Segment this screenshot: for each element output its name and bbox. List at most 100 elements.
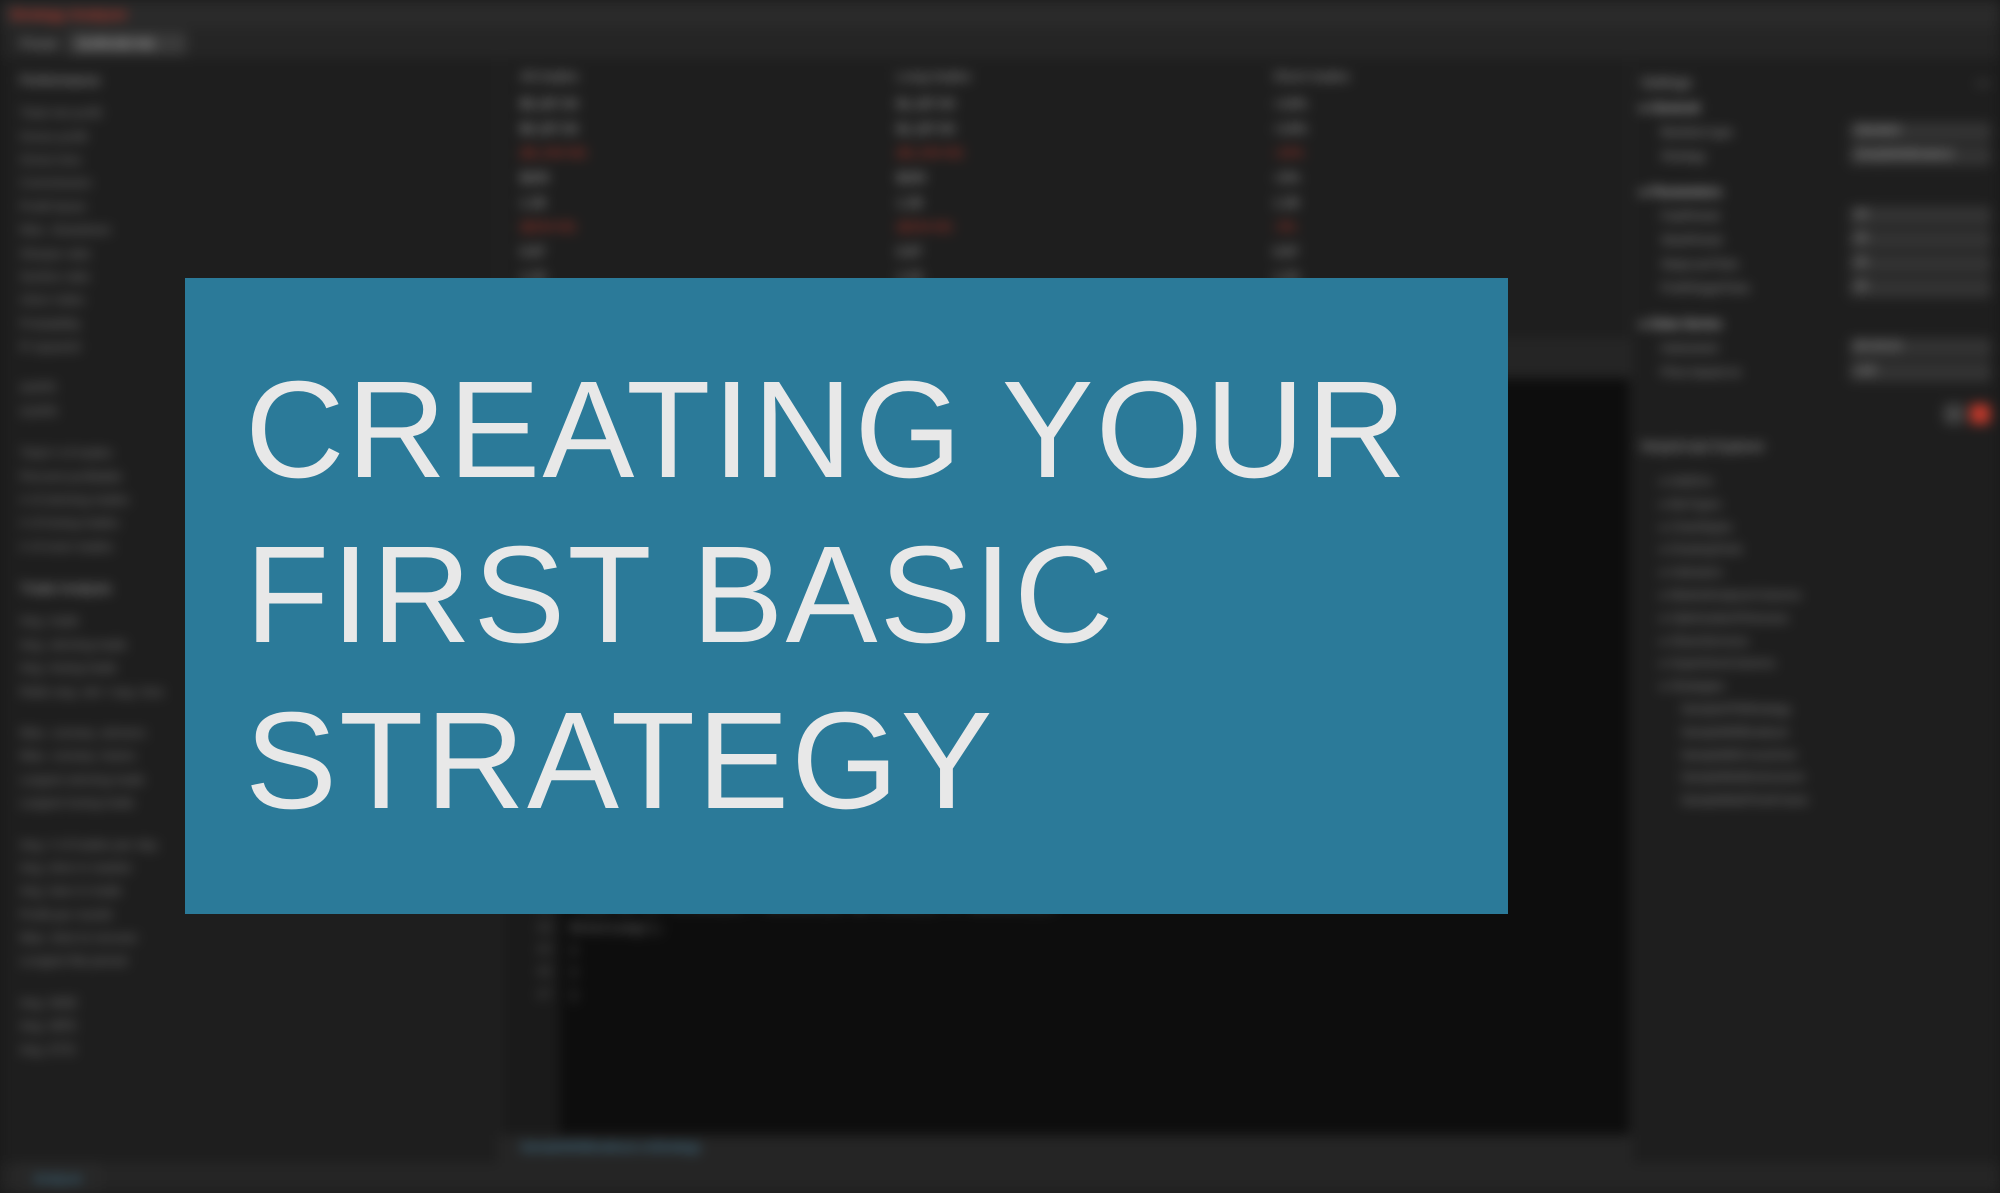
stats-value: ($234.00) — [897, 215, 1234, 240]
performance-row: Total net profit — [20, 101, 479, 124]
code-line: } — [570, 985, 1620, 1007]
settings-key: FastPeriod — [1661, 209, 1719, 223]
settings-key: SlowPeriod — [1661, 233, 1722, 247]
explorer-header: NinjaScript Explorer — [1641, 432, 1990, 460]
settings-row: Strategy SampleMABreakout — [1641, 144, 1990, 168]
stats-value: $5,187.00 — [520, 92, 857, 117]
settings-input[interactable]: Standard — [1850, 123, 1990, 141]
performance-row: Max. drawdown — [20, 218, 479, 241]
performance-row: Gross loss — [20, 148, 479, 171]
explorer-folder[interactable]: ▸ MarketAnalyzerColumns — [1641, 584, 1990, 607]
overlay-line-2: FIRST BASIC — [245, 513, 1408, 679]
explorer-file[interactable]: SampleMABreakout — [1641, 721, 1990, 744]
performance-row: Commission — [20, 171, 479, 194]
settings-input[interactable]: 25 — [1850, 231, 1990, 249]
stats-value: -10% — [1273, 141, 1610, 166]
explorer-folder[interactable]: ▸ SuperDomColumns — [1641, 652, 1990, 675]
explorer-file[interactable]: SampleMACrossOver — [1641, 744, 1990, 767]
settings-title: Settings — [1641, 74, 1692, 90]
title-overlay-banner: CREATING YOUR FIRST BASIC STRATEGY — [185, 278, 1508, 914]
analyzer-tab[interactable]: Analyzer — [20, 1166, 97, 1191]
settings-group: ▸ Data Series Instrument ES 09-23 Price bas… — [1641, 312, 1990, 384]
settings-header: Settings — — [1641, 68, 1990, 96]
explorer-folder[interactable]: ▸ ChartStyles — [1641, 516, 1990, 539]
stats-col1-header: All trades — [520, 68, 857, 84]
titlebar: Strategy Analyzer — [0, 0, 2000, 28]
performance-row: Avg. MAE — [20, 991, 479, 1014]
stats-value: -3% — [1273, 215, 1610, 240]
explorer-folder[interactable]: ▸ BarTypes — [1641, 493, 1990, 516]
explorer-folder[interactable]: ▸ OptimizationFitnesses — [1641, 607, 1990, 630]
preset-dropdown[interactable]: EURUSD M1 — [68, 33, 187, 54]
settings-key: ProfitTargetTicks — [1661, 281, 1750, 295]
stats-value: $1,187.00 — [897, 117, 1234, 142]
stats-col3-header: Short trades — [1273, 68, 1610, 84]
performance-row: Gross profit — [20, 125, 479, 148]
explorer-folder[interactable]: ▸ DrawingTools — [1641, 538, 1990, 561]
settings-row: Instrument ES 09-23 — [1641, 336, 1990, 360]
overlay-line-3: STRATEGY — [245, 679, 1408, 845]
settings-row: FastPeriod 10 — [1641, 204, 1990, 228]
stats-value: +2% — [1273, 166, 1610, 191]
settings-group: ▸ General Backtest type Standard Strategy Sa… — [1641, 96, 1990, 168]
settings-input[interactable]: 20 — [1850, 255, 1990, 273]
performance-row: Max. time to recover — [20, 926, 479, 949]
settings-input[interactable]: Last — [1850, 363, 1990, 381]
stats-value: 1.28 — [1273, 191, 1610, 216]
stats-value: ($234.00) — [520, 215, 857, 240]
settings-input[interactable]: SampleMABreakout — [1850, 147, 1990, 165]
performance-row: Longest flat period — [20, 949, 479, 972]
window-title: Strategy Analyzer — [10, 6, 128, 22]
stats-value: $200 — [897, 166, 1234, 191]
collapse-icon[interactable]: — — [1976, 74, 1990, 90]
settings-input[interactable]: 10 — [1850, 207, 1990, 225]
settings-group-title: ▸ Parameters — [1641, 180, 1990, 204]
settings-input[interactable]: 40 — [1850, 279, 1990, 297]
bottom-bar: Analyzer — [0, 1163, 2000, 1193]
editor-tab[interactable]: SampleMABreakout.csStrategy — [500, 1135, 1630, 1163]
code-line: } — [570, 940, 1620, 962]
run-controls — [1641, 396, 1990, 432]
performance-header: Performance — [20, 68, 479, 93]
explorer-folder[interactable]: ▸ Strategies — [1641, 675, 1990, 698]
explorer-title: NinjaScript Explorer — [1641, 438, 1765, 454]
stats-value: +14% — [1273, 117, 1610, 142]
code-line: EnterLong(); — [570, 918, 1620, 940]
stats-value: $200 — [520, 166, 857, 191]
overlay-line-1: CREATING YOUR — [245, 348, 1408, 514]
settings-key: Strategy — [1661, 149, 1706, 163]
performance-row: Sharpe ratio — [20, 242, 479, 265]
settings-key: Instrument — [1661, 341, 1718, 355]
settings-input[interactable]: ES 09-23 — [1850, 339, 1990, 357]
settings-key: Backtest type — [1661, 125, 1733, 139]
code-line: } — [570, 962, 1620, 984]
run-button[interactable] — [1944, 404, 1964, 424]
stats-value: 0.87 — [520, 240, 857, 265]
stop-button[interactable] — [1970, 404, 1990, 424]
explorer-folder[interactable]: ▸ AddOns — [1641, 470, 1990, 493]
right-panel: Settings — ▸ General Backtest type Standar… — [1630, 58, 2000, 1163]
stats-value: $1,187.00 — [897, 92, 1234, 117]
settings-key: StopLossTicks — [1661, 257, 1739, 271]
stats-value: 0.87 — [1273, 240, 1610, 265]
preset-label: Preset — [20, 36, 58, 51]
settings-group: ▸ Parameters FastPeriod 10 SlowPeriod 25 Stop… — [1641, 180, 1990, 300]
performance-row: Profit factor — [20, 195, 479, 218]
explorer-folder[interactable]: ▸ Indicators — [1641, 561, 1990, 584]
toolbar: Preset EURUSD M1 — [0, 28, 2000, 58]
stats-col2-header: Long trades — [897, 68, 1234, 84]
stats-value: 0.87 — [897, 240, 1234, 265]
explorer-folder[interactable]: ▸ ShareServices — [1641, 630, 1990, 653]
stats-value: ($1,234.00) — [897, 141, 1234, 166]
performance-row: Avg. ETD — [20, 1038, 479, 1061]
explorer-tree[interactable]: ▸ AddOns▸ BarTypes▸ ChartStyles▸ Drawing… — [1641, 470, 1990, 812]
settings-group-title: ▸ General — [1641, 96, 1990, 120]
settings-group-title: ▸ Data Series — [1641, 312, 1990, 336]
explorer-file[interactable]: SampleMultiTimeFrame — [1641, 789, 1990, 812]
stats-value: 1.28 — [897, 191, 1234, 216]
explorer-file[interactable]: SampleMultiInstrument — [1641, 766, 1990, 789]
stats-value: ($1,234.00) — [520, 141, 857, 166]
settings-row: Price based onLast — [1641, 360, 1990, 384]
settings-row: ProfitTargetTicks 40 — [1641, 276, 1990, 300]
explorer-file[interactable]: SampleATMStrategy — [1641, 698, 1990, 721]
